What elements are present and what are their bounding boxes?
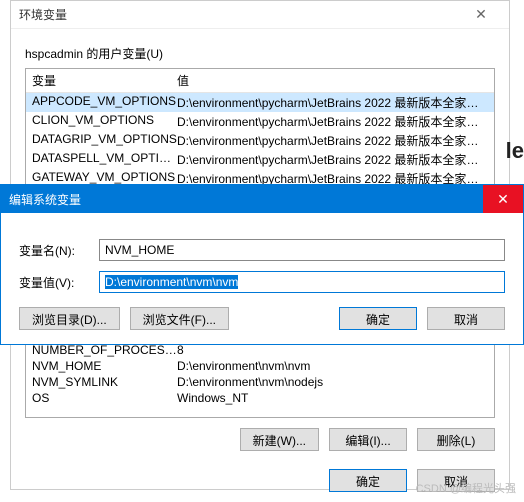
- env-ok-button[interactable]: 确定: [329, 469, 407, 492]
- edit-dialog-title: 编辑系统变量: [9, 191, 483, 208]
- var-name-input[interactable]: NVM_HOME: [99, 239, 505, 261]
- close-icon[interactable]: ✕: [461, 1, 501, 29]
- user-vars-label: hspcadmin 的用户变量(U): [25, 45, 495, 62]
- edit-cancel-button[interactable]: 取消: [427, 307, 505, 330]
- var-value-label: 变量值(V):: [19, 274, 99, 291]
- table-row[interactable]: APPCODE_VM_OPTIONSD:\environment\pycharm…: [26, 93, 494, 112]
- background-fragment: le: [506, 138, 524, 164]
- close-icon[interactable]: ✕: [483, 185, 523, 213]
- env-dialog-title: 环境变量: [19, 6, 461, 23]
- table-row[interactable]: CLION_VM_OPTIONSD:\environment\pycharm\J…: [26, 112, 494, 131]
- watermark: CSDN @编程光头强: [416, 480, 516, 496]
- table-row[interactable]: NVM_HOMED:\environment\nvm\nvm: [26, 358, 494, 374]
- delete-sysvar-button[interactable]: 删除(L): [417, 428, 495, 451]
- edit-sysvar-button[interactable]: 编辑(I)...: [329, 428, 407, 451]
- table-row[interactable]: NVM_SYMLINKD:\environment\nvm\nodejs: [26, 374, 494, 390]
- edit-ok-button[interactable]: 确定: [339, 307, 417, 330]
- user-vars-list[interactable]: 变量 值 APPCODE_VM_OPTIONSD:\environment\py…: [25, 68, 495, 186]
- table-row[interactable]: DATASPELL_VM_OPTIONSD:\environment\pycha…: [26, 150, 494, 169]
- list-header: 变量 值: [26, 69, 494, 93]
- table-row[interactable]: DATAGRIP_VM_OPTIONSD:\environment\pychar…: [26, 131, 494, 150]
- var-value-input[interactable]: D:\environment\nvm\nvm: [99, 271, 505, 293]
- var-name-label: 变量名(N):: [19, 242, 99, 259]
- browse-dir-button[interactable]: 浏览目录(D)...: [19, 307, 120, 330]
- edit-system-variable-dialog: 编辑系统变量 ✕ 变量名(N): NVM_HOME 变量值(V): D:\env…: [0, 184, 524, 345]
- new-sysvar-button[interactable]: 新建(W)...: [240, 428, 319, 451]
- col-value: 值: [177, 72, 488, 89]
- table-row[interactable]: OSWindows_NT: [26, 390, 494, 406]
- browse-file-button[interactable]: 浏览文件(F)...: [130, 307, 229, 330]
- env-dialog-titlebar: 环境变量 ✕: [11, 1, 509, 29]
- edit-dialog-titlebar: 编辑系统变量 ✕: [1, 185, 523, 213]
- col-variable: 变量: [32, 72, 177, 89]
